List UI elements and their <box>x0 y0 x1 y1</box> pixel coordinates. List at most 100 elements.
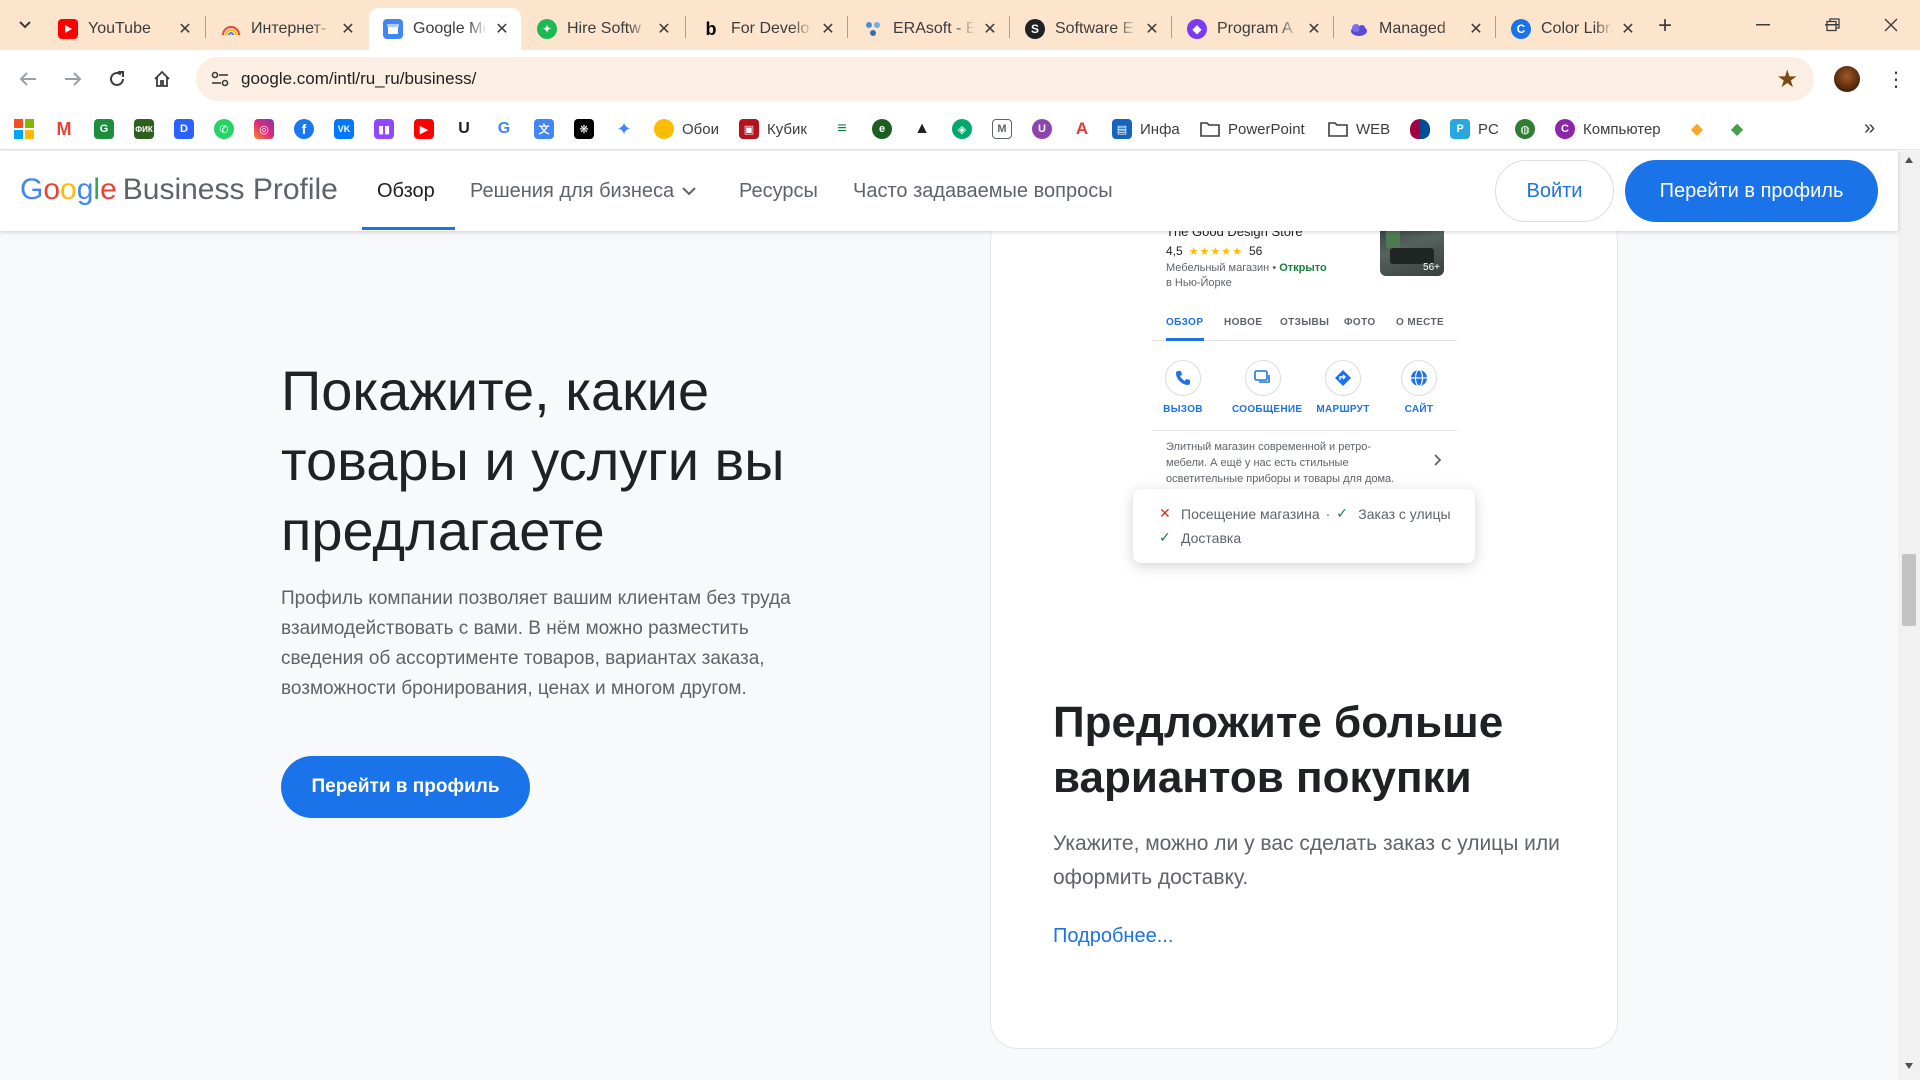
close-icon[interactable]: ✕ <box>981 20 999 38</box>
bookmark-classroom[interactable]: G <box>94 119 114 139</box>
close-icon[interactable]: ✕ <box>1619 20 1637 38</box>
bookmark-oboi[interactable]: Обои <box>654 119 719 139</box>
bookmark-web[interactable]: WEB <box>1328 119 1390 139</box>
bookmark-stripes[interactable]: ≡ <box>832 119 852 139</box>
google-business-profile-logo[interactable]: Google Business Profile <box>20 173 338 207</box>
bookmark-u-circle[interactable]: U <box>1032 119 1052 139</box>
bookmark-cap[interactable]: ▲ <box>912 119 932 139</box>
mock-tab-photos: ФОТО <box>1344 317 1376 328</box>
close-icon <box>1884 18 1898 32</box>
login-button[interactable]: Войти <box>1495 160 1614 222</box>
google-classroom-icon: G <box>94 119 114 139</box>
tab-program-a[interactable]: ◆ Program A ✕ <box>1173 8 1333 50</box>
close-window-button[interactable] <box>1868 8 1914 42</box>
close-icon[interactable]: ✕ <box>176 20 194 38</box>
bookmark-d[interactable]: D <box>174 119 194 139</box>
more-bookmarks-button[interactable]: » <box>1864 117 1875 140</box>
address-bar[interactable]: google.com/intl/ru_ru/business/ ★ <box>196 57 1814 101</box>
bookmark-windows[interactable] <box>14 119 34 139</box>
bookmark-gmail[interactable]: M <box>54 119 74 139</box>
scroll-up-arrow-icon[interactable] <box>1905 157 1913 163</box>
go-to-profile-button[interactable]: Перейти в профиль <box>1625 160 1878 222</box>
rainbow-icon <box>221 19 241 39</box>
new-tab-button[interactable]: + <box>1651 12 1679 40</box>
forward-button[interactable] <box>57 63 89 95</box>
bookmark-barcelona[interactable] <box>1410 119 1430 139</box>
bookmark-pc[interactable]: P PC <box>1450 119 1499 139</box>
minimize-button[interactable] <box>1740 8 1786 42</box>
tab-for-developers[interactable]: b For Develo ✕ <box>687 8 847 50</box>
url-text[interactable]: google.com/intl/ru_ru/business/ <box>241 69 476 89</box>
hero-profile-button[interactable]: Перейти в профиль <box>281 756 530 818</box>
bookmark-computer[interactable]: C Компьютер <box>1555 119 1661 139</box>
bookmark-code[interactable]: ◆ <box>1687 119 1707 139</box>
bookmark-youtube[interactable]: ▶ <box>414 119 434 139</box>
bookmark-powerpoint[interactable]: PowerPoint <box>1200 119 1305 139</box>
chevron-down-icon <box>19 21 31 29</box>
page-scrollbar[interactable] <box>1898 151 1920 1080</box>
bookmark-instagram[interactable]: ◎ <box>254 119 274 139</box>
tab-title: Hire Softw <box>567 20 641 37</box>
close-icon[interactable]: ✕ <box>1143 20 1161 38</box>
bookmark-code-alt[interactable]: ◆ <box>1727 119 1747 139</box>
whatsapp-icon: ✆ <box>214 119 234 139</box>
bookmarks-bar: M G ФИК D ✆ ◎ f VK ▮▮ ▶ U G 文 ❋ ✦ Обои ▣… <box>0 108 1920 150</box>
bookmark-star-icon[interactable]: ★ <box>1776 65 1798 94</box>
bookmark-u[interactable]: U <box>454 119 474 139</box>
tab-color-library[interactable]: C Color Libra ✕ <box>1497 8 1647 50</box>
bookmark-translate[interactable]: 文 <box>534 119 554 139</box>
tab-internet[interactable]: Интернет- ✕ <box>207 8 367 50</box>
close-icon[interactable]: ✕ <box>655 20 673 38</box>
globe-icon: ◍ <box>1515 119 1535 139</box>
facebook-icon: f <box>294 119 314 139</box>
close-icon[interactable]: ✕ <box>1467 20 1485 38</box>
tab-google-business[interactable]: Google Мой ✕ <box>369 8 521 50</box>
bookmark-m[interactable]: M <box>992 119 1012 139</box>
bookmark-shield[interactable]: ◈ <box>952 119 972 139</box>
bookmark-vk[interactable]: VK <box>334 119 354 139</box>
scroll-down-arrow-icon[interactable] <box>1905 1063 1913 1069</box>
bookmark-info[interactable]: ▤ Инфа <box>1112 119 1180 139</box>
bookmark-facebook[interactable]: f <box>294 119 314 139</box>
tab-search-button[interactable] <box>8 10 42 40</box>
back-button[interactable] <box>12 63 44 95</box>
site-info-icon[interactable] <box>208 67 232 91</box>
close-icon[interactable]: ✕ <box>819 20 837 38</box>
learn-more-link[interactable]: Подробнее... <box>1053 925 1173 948</box>
nav-faq[interactable]: Часто задаваемые вопросы <box>853 151 1113 231</box>
book-icon: ▤ <box>1112 119 1132 139</box>
bookmark-twitch[interactable]: ▮▮ <box>374 119 394 139</box>
tab-youtube[interactable]: YouTube ✕ <box>44 8 204 50</box>
nav-label: Часто задаваемые вопросы <box>853 179 1113 202</box>
scrollbar-thumb[interactable] <box>1902 554 1916 626</box>
bookmark-globe[interactable]: ◍ <box>1515 119 1535 139</box>
tab-managed[interactable]: Managed ✕ <box>1335 8 1495 50</box>
reload-button[interactable] <box>101 63 133 95</box>
browser-menu-button[interactable]: ⋮ <box>1884 63 1908 95</box>
bookmark-e[interactable]: e <box>872 119 892 139</box>
bookmark-fik[interactable]: ФИК <box>134 119 154 139</box>
tab-software-e[interactable]: S Software E ✕ <box>1011 8 1171 50</box>
bookmark-gemini[interactable]: ✦ <box>614 119 634 139</box>
nav-overview[interactable]: Обзор <box>377 151 435 231</box>
bookmark-kubik[interactable]: ▣ Кубик <box>739 119 807 139</box>
home-button[interactable] <box>146 63 178 95</box>
folder-icon <box>1200 119 1220 139</box>
chatgpt-icon: ❋ <box>574 119 594 139</box>
nav-business-solutions[interactable]: Решения для бизнеса <box>470 151 696 231</box>
google-translate-icon: 文 <box>534 119 554 139</box>
bookmark-whatsapp[interactable]: ✆ <box>214 119 234 139</box>
profile-avatar[interactable] <box>1834 66 1860 92</box>
close-icon[interactable]: ✕ <box>339 20 357 38</box>
nav-resources[interactable]: Ресурсы <box>739 151 818 231</box>
bookmark-google[interactable]: G <box>494 119 514 139</box>
mock-attribute-label: Посещение магазина <box>1181 505 1320 522</box>
close-icon[interactable]: ✕ <box>493 20 511 38</box>
bookmark-a[interactable]: A <box>1072 119 1092 139</box>
close-icon[interactable]: ✕ <box>1305 20 1323 38</box>
tab-erasoft[interactable]: ERAsoft - E ✕ <box>849 8 1009 50</box>
bookmark-chatgpt[interactable]: ❋ <box>574 119 594 139</box>
mock-tab-reviews: ОТЗЫВЫ <box>1280 317 1330 328</box>
restore-button[interactable] <box>1810 8 1856 42</box>
tab-hire-software[interactable]: ✦ Hire Softw ✕ <box>523 8 683 50</box>
